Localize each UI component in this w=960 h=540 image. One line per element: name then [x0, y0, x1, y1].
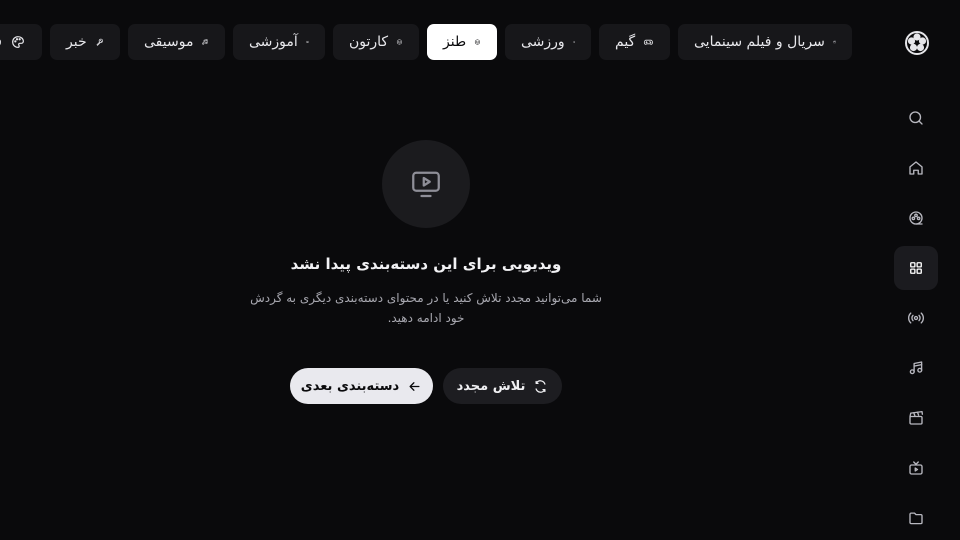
book-open-icon: [306, 41, 309, 44]
sidebar-item-film-reel[interactable]: [894, 196, 938, 240]
empty-state-description: شما می‌توانید مجدد تلاش کنید یا در محتوا…: [250, 291, 602, 325]
palette-icon: [12, 36, 24, 48]
broadcast-icon: [907, 312, 925, 324]
sidebar-item-music[interactable]: [894, 346, 938, 390]
gamepad-icon: [644, 39, 654, 45]
clapperboard-icon: [833, 40, 836, 44]
app-logo-icon[interactable]: [902, 28, 932, 58]
smile-icon: [474, 39, 481, 45]
retry-button[interactable]: تلاش مجدد: [443, 368, 562, 404]
smile-icon: [396, 39, 403, 45]
grid-icon: [910, 262, 922, 274]
empty-state-title: ویدیویی برای این دسته‌بندی پیدا نشد: [290, 255, 562, 273]
microphone-icon: [96, 38, 103, 46]
category-news[interactable]: خبر: [50, 24, 120, 60]
category-label: فر: [0, 34, 2, 50]
next-category-label: دسته‌بندی بعدی: [300, 378, 400, 394]
category-label: خبر: [66, 34, 87, 50]
category-label: موسیقی: [144, 34, 194, 50]
music-icon: [202, 39, 208, 45]
film-reel-icon: [909, 211, 923, 225]
category-label: طنز: [443, 34, 467, 50]
next-category-button[interactable]: دسته‌بندی بعدی: [290, 368, 433, 404]
sidebar-item-live[interactable]: [894, 296, 938, 340]
category-game[interactable]: گیم: [599, 24, 670, 60]
category-label: سریال و فیلم سینمایی: [694, 34, 825, 50]
play-monitor-icon: [412, 171, 440, 198]
arrow-left-icon: [409, 381, 420, 391]
category-bar: سریال و فیلم سینمایی گیم ورزشی طنز کارتو…: [0, 24, 880, 60]
retry-label: تلاش مجدد: [456, 378, 526, 394]
category-educational[interactable]: آموزشی: [233, 24, 325, 60]
volleyball-icon: [572, 41, 575, 43]
refresh-icon: [535, 379, 546, 393]
category-label: کارتون: [349, 34, 389, 50]
sidebar-item-home[interactable]: [894, 146, 938, 190]
category-label: گیم: [615, 34, 636, 50]
category-sports[interactable]: ورزشی: [505, 24, 591, 60]
tv-icon: [909, 461, 923, 475]
sidebar: [892, 0, 960, 540]
sidebar-item-clapperboard[interactable]: [894, 396, 938, 440]
category-music[interactable]: موسیقی: [128, 24, 225, 60]
search-icon: [909, 111, 923, 125]
category-label: ورزشی: [521, 34, 565, 50]
sidebar-item-folder[interactable]: [894, 496, 938, 540]
category-cartoon[interactable]: کارتون: [333, 24, 419, 60]
sidebar-item-tv[interactable]: [894, 446, 938, 490]
sidebar-item-search[interactable]: [894, 96, 938, 140]
sidebar-item-categories[interactable]: [894, 246, 938, 290]
music-icon: [909, 361, 923, 375]
empty-state-icon-circle: [382, 140, 470, 228]
category-label: آموزشی: [249, 34, 298, 50]
category-comedy[interactable]: طنز: [427, 24, 497, 60]
home-icon: [909, 161, 923, 175]
category-series-movies[interactable]: سریال و فیلم سینمایی: [678, 24, 852, 60]
category-art[interactable]: فر: [0, 24, 42, 60]
clapperboard-icon: [909, 410, 924, 425]
folder-icon: [909, 512, 923, 525]
